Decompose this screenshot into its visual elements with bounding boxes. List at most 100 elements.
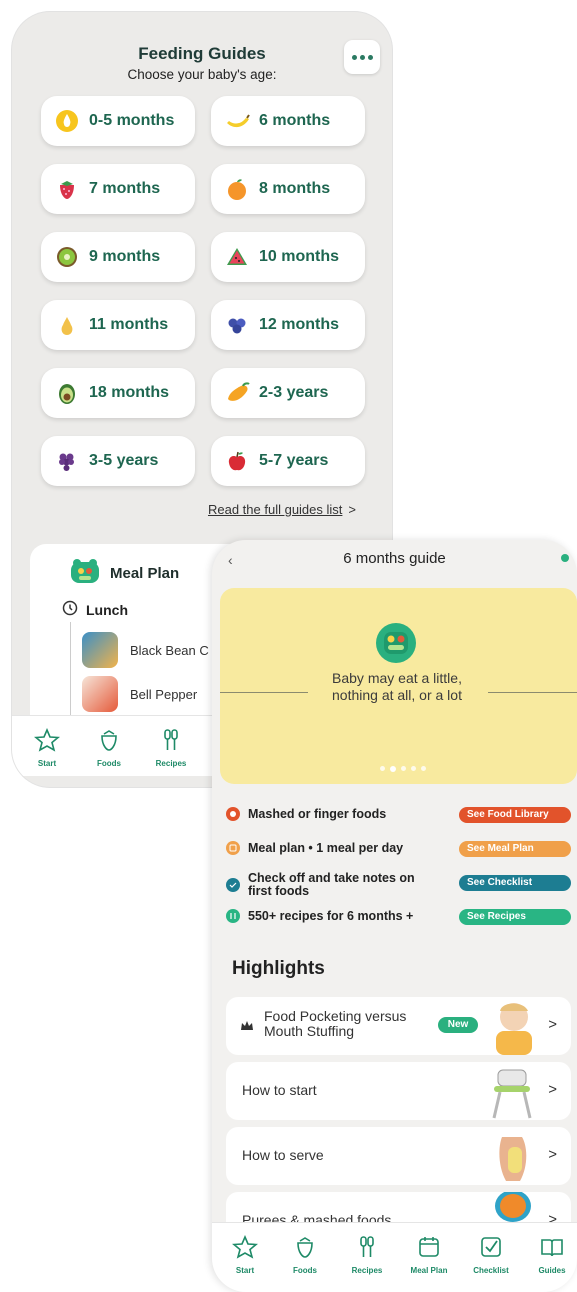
- highlight-card[interactable]: How to serve >: [226, 1127, 571, 1185]
- age-label: 9 months: [89, 248, 161, 265]
- mango-icon: [225, 381, 250, 405]
- meal-plan-icon: [70, 558, 100, 589]
- nav-meal-plan[interactable]: Meal Plan: [404, 1235, 454, 1275]
- puree-bowl-image: [488, 1190, 538, 1222]
- feature-text: Mashed or finger foods: [248, 806, 387, 821]
- star-icon: [33, 727, 61, 752]
- highlight-card[interactable]: How to start >: [226, 1062, 571, 1120]
- more-icon: [351, 54, 357, 60]
- utensils-icon: [360, 1236, 374, 1257]
- hero-card[interactable]: Baby may eat a little, nothing at all, o…: [220, 588, 577, 784]
- divider: [220, 692, 308, 693]
- age-button-7-months[interactable]: 7 months: [41, 164, 195, 214]
- nav-label: Guides: [538, 1266, 566, 1275]
- six-months-guide-screen: ‹ 6 months guide Baby may eat a little, …: [212, 540, 577, 1292]
- see-meal-plan-button[interactable]: See Meal Plan: [459, 841, 571, 857]
- nav-start[interactable]: Start: [22, 727, 72, 768]
- recipes-icon: [226, 909, 240, 923]
- age-label: 12 months: [259, 316, 340, 333]
- age-button-10-months[interactable]: 10 months: [211, 232, 365, 282]
- checkbox-icon: [481, 1237, 501, 1257]
- orange-icon: [225, 177, 249, 201]
- highlight-text: Food Pocketing versus Mouth Stuffing: [264, 1008, 407, 1039]
- meal-plan-header: Meal Plan: [70, 558, 179, 589]
- age-label: 2-3 years: [259, 384, 329, 401]
- lunch-header: Lunch: [62, 600, 128, 619]
- carousel-dots: [380, 765, 426, 772]
- nav-label: Start: [235, 1266, 255, 1275]
- divider: [488, 692, 577, 693]
- page-title: Feeding Guides: [138, 44, 266, 63]
- feature-text: 550+ recipes for 6 months +: [248, 908, 414, 923]
- page-subtitle: Choose your baby's age:: [127, 67, 277, 82]
- nav-foods[interactable]: Foods: [84, 728, 134, 768]
- age-label: 8 months: [259, 180, 331, 197]
- age-button-11-months[interactable]: 11 months: [41, 300, 195, 350]
- age-button-8-months[interactable]: 8 months: [211, 164, 365, 214]
- more-options-button[interactable]: [344, 40, 380, 74]
- age-button-5-7-years[interactable]: 5-7 years: [211, 436, 365, 486]
- age-button-6-months[interactable]: 6 months: [211, 96, 365, 146]
- baby-image: [484, 997, 540, 1055]
- age-label: 18 months: [89, 384, 170, 401]
- read-full-guides-link[interactable]: Read the full guides list >: [208, 502, 356, 517]
- more-icon[interactable]: [561, 554, 569, 562]
- age-label: 7 months: [89, 180, 161, 197]
- feature-row: 550+ recipes for 6 months +: [226, 909, 413, 923]
- nav-label: Recipes: [351, 1266, 383, 1275]
- chevron-right-icon: >: [548, 1146, 557, 1163]
- food-thumbnail: [82, 632, 118, 668]
- nav-label: Recipes: [155, 759, 187, 768]
- nav-recipes[interactable]: Recipes: [146, 728, 196, 768]
- age-button-12-months[interactable]: 12 months: [211, 300, 365, 350]
- age-button-9-months[interactable]: 9 months: [41, 232, 195, 282]
- crown-icon: [240, 1019, 254, 1037]
- age-label: 3-5 years: [89, 452, 159, 469]
- banana-icon: [225, 109, 250, 133]
- highlight-text: How to serve: [242, 1147, 324, 1163]
- meal-food-item[interactable]: Bell Pepper: [82, 676, 197, 712]
- grapes-icon: [55, 449, 79, 473]
- chevron-right-icon: >: [548, 1081, 557, 1098]
- hero-text: Baby may eat a little, nothing at all, o…: [332, 670, 462, 703]
- age-label: 5-7 years: [259, 452, 329, 469]
- age-label: 6 months: [259, 112, 331, 129]
- food-thumbnail: [82, 676, 118, 712]
- feature-text: Check off and take notes on first foods: [248, 871, 415, 898]
- meal-food-item[interactable]: Black Bean C: [82, 632, 209, 668]
- checklist-icon: [226, 878, 240, 892]
- page-title: 6 months guide: [343, 550, 446, 567]
- nav-label: Foods: [293, 1266, 317, 1275]
- timeline-line: [70, 622, 71, 722]
- book-icon: [541, 1239, 563, 1257]
- meal-label: Lunch: [86, 601, 128, 618]
- read-link-text: Read the full guides list: [207, 502, 343, 517]
- feature-row: Mashed or finger foods: [226, 807, 386, 821]
- kiwi-icon: [55, 245, 79, 269]
- age-button-3-5-years[interactable]: 3-5 years: [41, 436, 195, 486]
- nav-checklist[interactable]: Checklist: [466, 1235, 516, 1275]
- age-button-2-3-years[interactable]: 2-3 years: [211, 368, 365, 418]
- feature-row: Meal plan • 1 meal per day: [226, 841, 403, 855]
- see-checklist-button[interactable]: See Checklist: [459, 875, 571, 891]
- feature-text: Meal plan • 1 meal per day: [248, 840, 404, 855]
- meal-plan-icon: [226, 841, 240, 855]
- nav-guides[interactable]: Guides: [527, 1235, 577, 1275]
- nav-recipes[interactable]: Recipes: [342, 1235, 392, 1275]
- see-recipes-button[interactable]: See Recipes: [459, 909, 571, 925]
- strawberry-outline-icon: [101, 730, 117, 751]
- age-button-0-5-months[interactable]: 0-5 months: [41, 96, 195, 146]
- see-food-library-button[interactable]: See Food Library: [459, 807, 571, 823]
- milk-drop-icon: [55, 109, 79, 133]
- nav-start[interactable]: Start: [220, 1234, 270, 1275]
- watermelon-icon: [225, 245, 249, 269]
- hand-food-image: [488, 1127, 538, 1185]
- blueberries-icon: [225, 313, 249, 337]
- star-icon: [231, 1234, 259, 1259]
- nav-label: Foods: [97, 759, 121, 768]
- highlight-card[interactable]: Food Pocketing versus Mouth Stuffing New…: [226, 997, 571, 1055]
- age-button-18-months[interactable]: 18 months: [41, 368, 195, 418]
- feature-row: Check off and take notes on first foods: [226, 872, 426, 898]
- meal-plan-title: Meal Plan: [110, 565, 180, 582]
- nav-foods[interactable]: Foods: [280, 1235, 330, 1275]
